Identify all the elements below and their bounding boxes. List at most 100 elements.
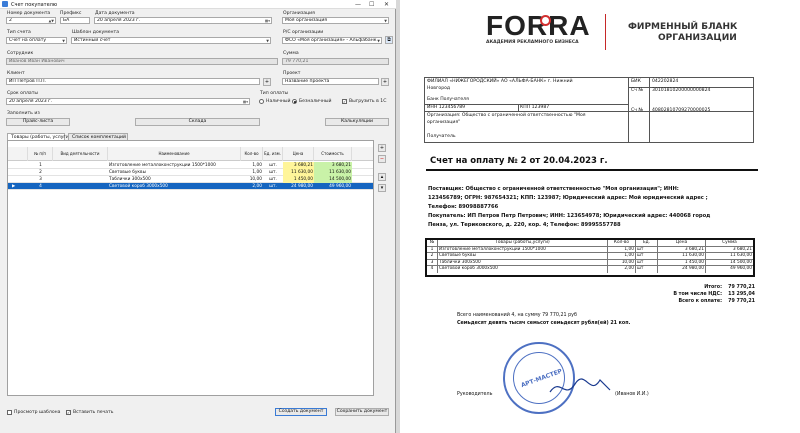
bank-name-line-1: ФИЛИАЛ «НИЖЕГОРОДСКИЙ» АО «АЛЬФА-БАНК» г… [427, 79, 573, 84]
cell-n: 2 [39, 170, 42, 175]
cell-name: Световой короб 3000х500 [109, 184, 168, 189]
minimize-icon[interactable]: — [355, 1, 361, 8]
cell-unit: шт. [269, 177, 277, 182]
chevron-down-icon[interactable]: ▼ [62, 39, 65, 43]
create-document-button[interactable]: Создать документ [275, 408, 327, 416]
cell-cost: 3 680,21 [314, 162, 352, 169]
add-client-button[interactable]: + [263, 78, 271, 86]
fill-from-warehouse-button[interactable]: Склада [135, 118, 260, 126]
table-row[interactable]: 2 Световые буквы 1,00 шт. 11 630,00 11 6… [8, 169, 373, 176]
bik-value: 042202824 [652, 79, 679, 84]
move-down-button[interactable]: ▾ [378, 184, 386, 192]
client-field[interactable]: ИП Петров П.П. [6, 78, 260, 85]
sum-label: Сумма [283, 51, 299, 56]
template-select[interactable]: Истинный счет ▼ [71, 37, 271, 44]
bank-account-label: Р/С организации [283, 30, 324, 35]
app-icon [2, 1, 8, 7]
template-value: Истинный счет [74, 38, 111, 43]
pay-type-cash-label: Наличный [266, 99, 291, 104]
employee-value: Иванов Иван Иванович [9, 59, 65, 64]
fill-from-price-button[interactable]: Прайс-листа [6, 118, 70, 126]
maximize-icon[interactable]: ☐ [369, 1, 374, 8]
account-type-select[interactable]: Счет на оплату ▼ [6, 37, 67, 44]
col-header-unit: Ед. изм. [263, 147, 283, 161]
org-select[interactable]: Моя организация ▼ [282, 17, 389, 24]
goods-table-header: № п/п Вид деятельности Наименование Кол-… [8, 147, 373, 161]
title-bar: Счет покупателю — ☐ ✕ [0, 0, 396, 9]
table-row[interactable]: 3 Таблички 300х500 10,00 шт. 1 450,00 14… [8, 176, 373, 183]
doc-number-field[interactable]: 2 ▲▼ [6, 17, 56, 24]
spin-icon[interactable]: ▲▼ [49, 19, 54, 23]
org-value: Моя организация [285, 18, 328, 23]
cell-qty: 1,00 [252, 163, 262, 168]
print-label: Вставить печать [73, 410, 114, 415]
fill-from-label: Заполнить из [7, 111, 40, 116]
calendar-icon[interactable]: ▦▾ [243, 100, 248, 104]
doc-date-field[interactable]: 20 апреля 2023 г. ▦▾ [94, 17, 272, 24]
account-type-label: Тип счета [7, 30, 31, 35]
employee-label: Сотрудник [7, 51, 34, 56]
table-row-selected[interactable]: ▶ 4 Световой короб 3000х500 2,00 шт. 24 … [8, 183, 373, 190]
bank-account-select[interactable]: ФСО «Моя организация» - Альфабанк ▼ [282, 37, 382, 44]
tab-goods[interactable]: Товары (работы, услуги) [7, 133, 71, 140]
cell-unit: шт. [269, 170, 277, 175]
col-header-price: Цена [283, 147, 314, 161]
inv-cell: 49 960,00 [730, 266, 752, 271]
list-item: 4 Световой короб 3000х500 2,00 шт 24 980… [427, 266, 753, 273]
project-label: Проект [283, 71, 301, 76]
cell-price[interactable]: 1 450,00 [283, 176, 314, 183]
summary-line-1: Всего наименований 4, на сумму 79 770,21… [457, 313, 577, 318]
col-header-qty: Кол-во [241, 147, 263, 161]
cell-qty: 10,00 [249, 177, 262, 182]
cell-name: Таблички 300х500 [109, 177, 151, 182]
tab-packaging[interactable]: Список комплектаций [68, 133, 128, 140]
prefix-field[interactable]: БА [60, 17, 90, 24]
invoice-items-table: № Товары (работы,услуги) Кол-во Ед. Цена… [425, 238, 755, 277]
vat-value: 13 295,04 [728, 292, 755, 297]
close-icon[interactable]: ✕ [384, 1, 389, 8]
table-row[interactable]: 1 Изготовление металлоконструкции 1500*1… [8, 162, 373, 169]
kpp-label: КПП 123987 [520, 105, 550, 110]
preview-checkbox[interactable] [7, 410, 12, 415]
calendar-icon[interactable]: ▦▾ [265, 19, 270, 23]
supplier-line-2: 123456789; ОГРН: 987654321; КПП: 123987;… [428, 195, 708, 201]
remove-row-button[interactable]: − [378, 155, 386, 163]
client-value: ИП Петров П.П. [9, 79, 47, 84]
cell-price[interactable]: 3 680,21 [283, 162, 314, 169]
cell-price[interactable]: 11 630,00 [283, 169, 314, 176]
chevron-down-icon[interactable]: ▼ [384, 19, 387, 23]
summary-line-2: Семьдесят девять тысяч семьсот семьдесят… [457, 321, 631, 326]
account-type-value: Счет на оплату [9, 38, 47, 43]
recipient-label: Получатель [427, 134, 456, 139]
project-field[interactable]: Название проекта [282, 78, 379, 85]
pay-term-label: Срок оплаты [7, 91, 39, 96]
pay-type-cash-radio[interactable] [259, 99, 264, 104]
save-document-button[interactable]: Сохранить документ [335, 408, 389, 416]
pay-term-field[interactable]: 20 апреля 2023 г. ▦▾ [6, 98, 250, 105]
upload-1c-label: Выгрузить в 1С [349, 99, 387, 104]
chevron-down-icon[interactable]: ▼ [266, 39, 269, 43]
fill-from-calc-button[interactable]: Калькуляции [325, 118, 389, 126]
org-line-2: организация" [427, 120, 461, 125]
blank-title-2: ОРГАНИЗАЦИИ [658, 33, 737, 43]
bank-account-pick-button[interactable]: ⧉ [385, 36, 393, 44]
acct-label: Сч № [631, 108, 644, 113]
chevron-down-icon[interactable]: ▼ [377, 39, 380, 43]
col-header-cost: Стоимость [314, 147, 352, 161]
inv-cell: Световой короб 3000х500 [438, 266, 608, 273]
bank-account-value: ФСО «Моя организация» - Альфабанк [285, 38, 377, 43]
cell-n: 3 [39, 177, 42, 182]
supplier-line-3: Телефон: 89098887766 [428, 204, 499, 210]
upload-1c-checkbox[interactable]: ✓ [342, 99, 347, 104]
add-project-button[interactable]: + [381, 78, 389, 86]
add-row-button[interactable]: + [378, 144, 386, 152]
blank-title-1: ФИРМЕННЫЙ БЛАНК [628, 22, 738, 32]
move-up-button[interactable]: ▴ [378, 173, 386, 181]
employee-field[interactable]: Иванов Иван Иванович [6, 58, 278, 65]
buyer-line-2: Пенза, ул. Териковского, д. 220, кор. 4;… [428, 222, 621, 228]
cell-cost: 49 960,00 [329, 184, 351, 189]
inn-label: ИНН 123456789 [427, 105, 466, 110]
cell-price[interactable]: 24 980,00 [283, 183, 314, 190]
print-checkbox[interactable]: ✓ [66, 410, 71, 415]
pay-type-noncash-radio[interactable] [292, 99, 297, 104]
